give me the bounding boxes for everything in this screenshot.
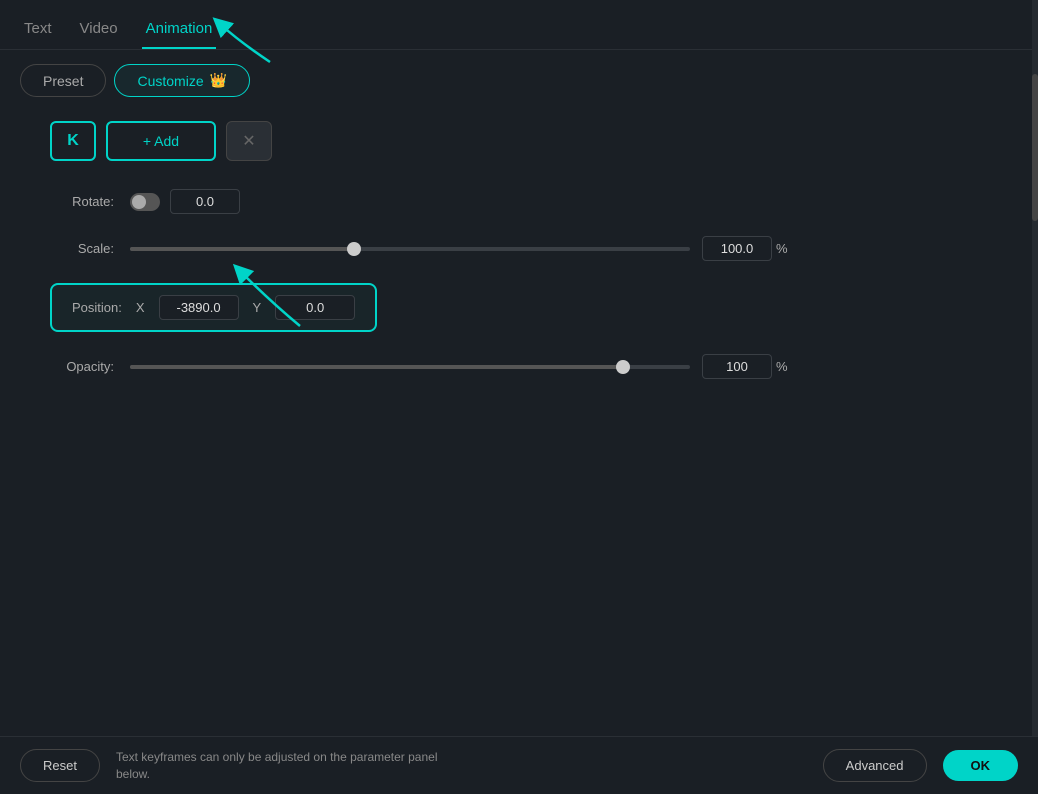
opacity-slider-thumb[interactable]: [616, 360, 630, 374]
position-box: Position: X -3890.0 Y 0.0: [50, 283, 377, 332]
position-y-label: Y: [253, 300, 262, 315]
main-content: K + Add ✕ Rotate: 0.0 Scale: 100.0 % Pos…: [0, 111, 1038, 421]
position-row: Position: X -3890.0 Y 0.0: [30, 283, 1008, 332]
keyframe-controls: K + Add ✕: [50, 121, 1008, 161]
advanced-button[interactable]: Advanced: [823, 749, 927, 782]
bottom-bar: Reset Text keyframes can only be adjuste…: [0, 736, 1038, 794]
scrollbar-track: [1032, 0, 1038, 736]
tab-text[interactable]: Text: [20, 12, 56, 49]
rotate-value[interactable]: 0.0: [170, 189, 240, 214]
position-y-value[interactable]: 0.0: [275, 295, 355, 320]
opacity-slider[interactable]: [130, 365, 690, 369]
scale-label: Scale:: [50, 241, 130, 256]
position-label: Position:: [72, 300, 122, 315]
scale-slider-thumb[interactable]: [347, 242, 361, 256]
sub-tab-bar: Preset Customize 👑: [0, 50, 1038, 111]
scale-row: Scale: 100.0 %: [30, 236, 1008, 261]
keyframe-k-button[interactable]: K: [50, 121, 96, 161]
sub-tab-customize[interactable]: Customize 👑: [114, 64, 250, 97]
customize-label: Customize: [137, 73, 203, 89]
scale-slider[interactable]: [130, 247, 690, 251]
position-x-label: X: [136, 300, 145, 315]
rotate-label: Rotate:: [50, 194, 130, 209]
keyframe-add-button[interactable]: + Add: [106, 121, 216, 161]
scale-value[interactable]: 100.0: [702, 236, 772, 261]
opacity-row: Opacity: 100 %: [30, 354, 1008, 379]
keyframe-delete-button[interactable]: ✕: [226, 121, 272, 161]
scale-percent: %: [776, 241, 788, 256]
scrollbar-thumb[interactable]: [1032, 74, 1038, 221]
rotate-row: Rotate: 0.0: [30, 189, 1008, 214]
reset-button[interactable]: Reset: [20, 749, 100, 782]
ok-button[interactable]: OK: [943, 750, 1019, 781]
opacity-label: Opacity:: [50, 359, 130, 374]
tab-bar: Text Video Animation: [0, 0, 1038, 50]
rotate-toggle[interactable]: [130, 193, 160, 211]
crown-icon: 👑: [210, 72, 227, 89]
tab-video[interactable]: Video: [76, 12, 122, 49]
opacity-percent: %: [776, 359, 788, 374]
sub-tab-preset[interactable]: Preset: [20, 64, 106, 97]
tab-animation[interactable]: Animation: [142, 12, 217, 49]
bottom-notice: Text keyframes can only be adjusted on t…: [116, 749, 807, 783]
position-x-value[interactable]: -3890.0: [159, 295, 239, 320]
opacity-value[interactable]: 100: [702, 354, 772, 379]
